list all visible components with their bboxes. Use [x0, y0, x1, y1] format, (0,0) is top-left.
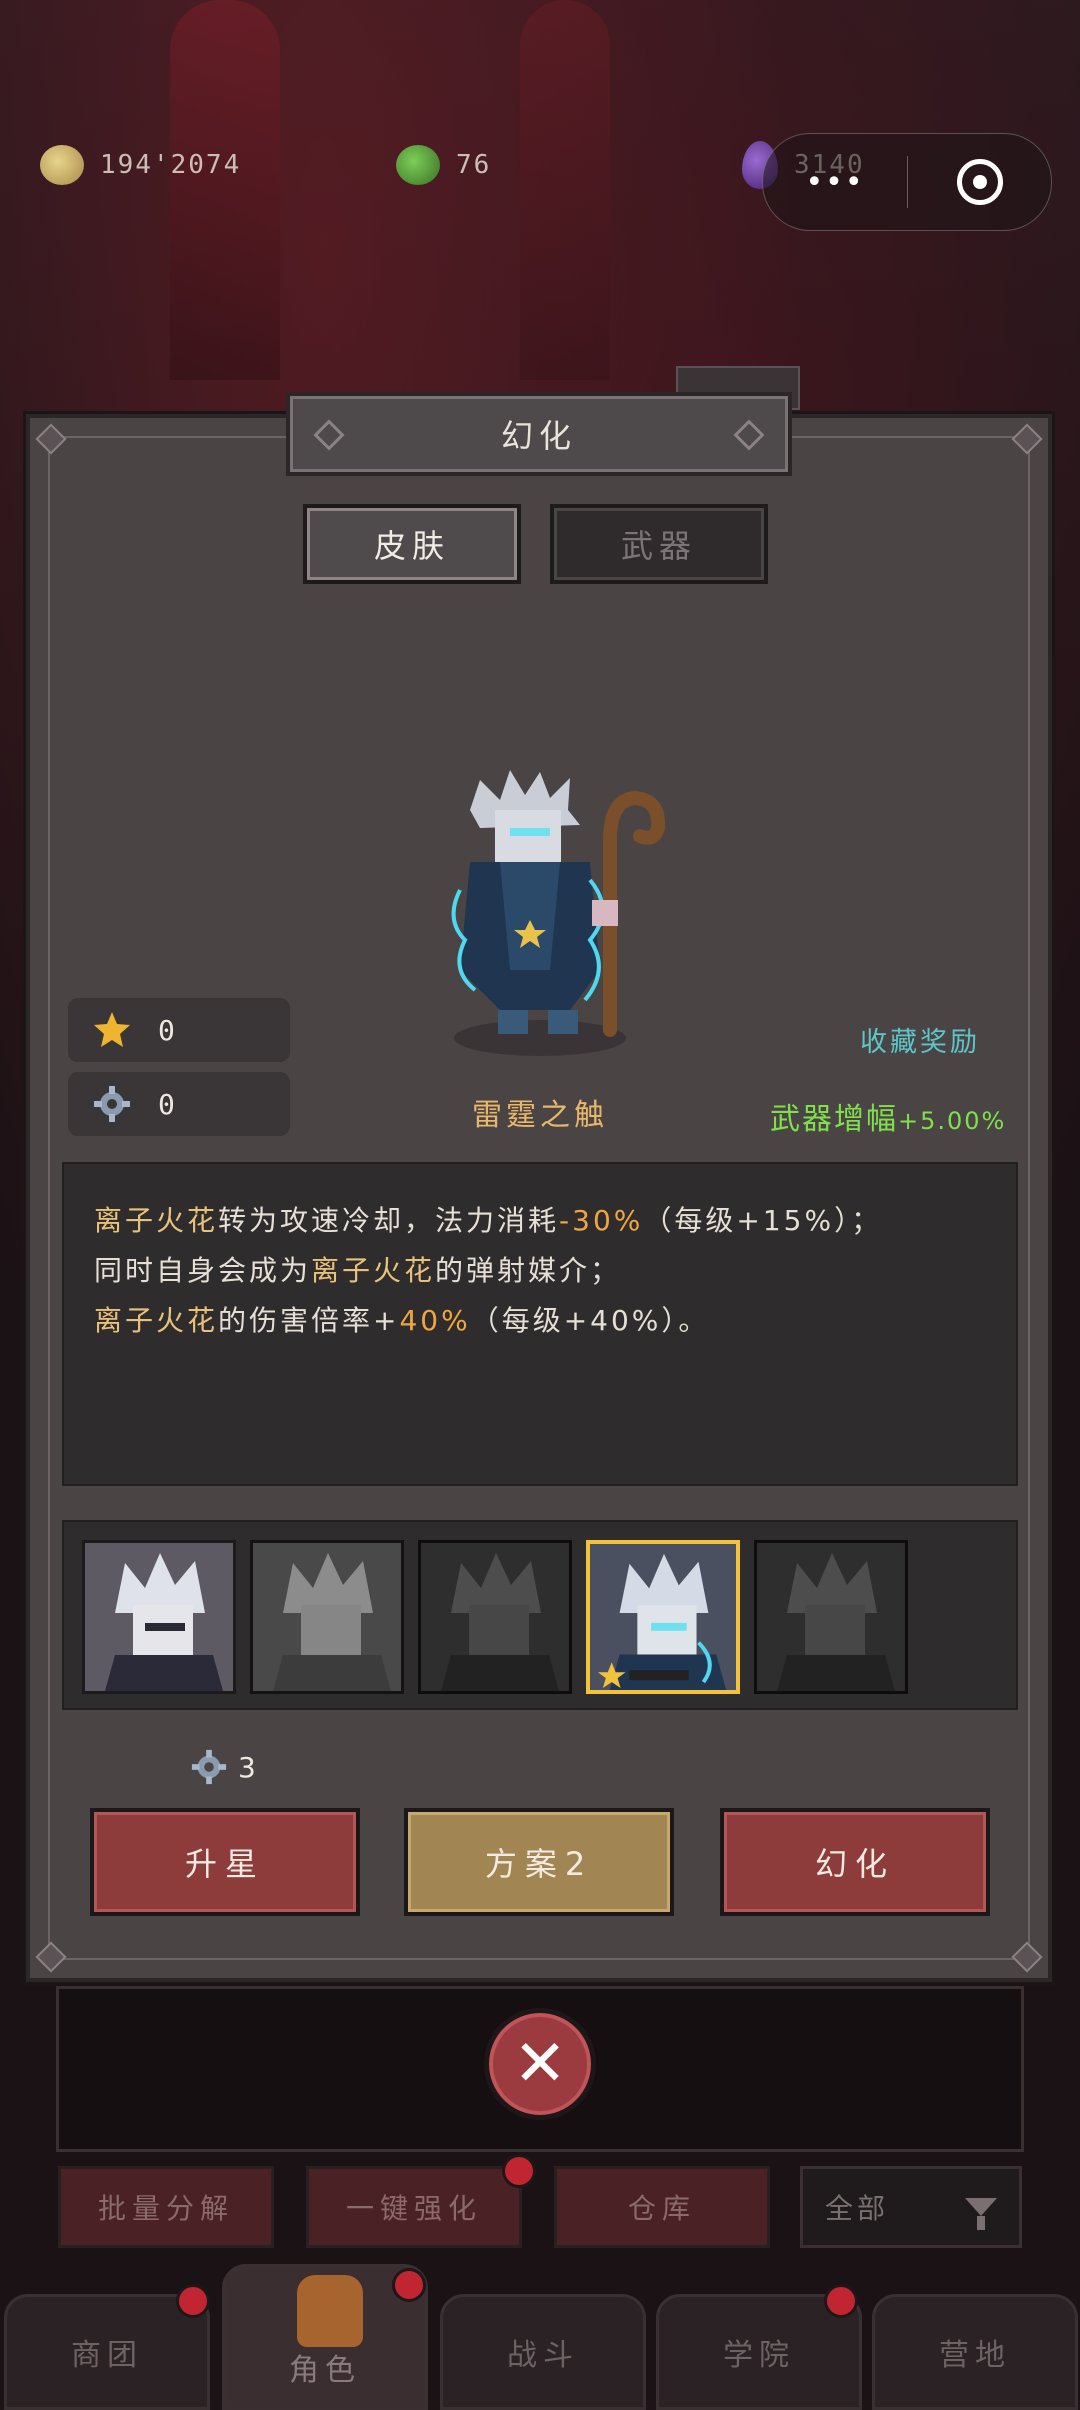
- skin-slot-2[interactable]: [250, 1540, 404, 1694]
- filter-label: 全部: [825, 2192, 890, 2225]
- collect-reward-link[interactable]: 收藏奖励: [860, 1020, 980, 1059]
- description-line: 离子火花的伤害倍率+40%（每级+40%）。: [94, 1302, 986, 1340]
- green-gem-icon: [396, 145, 440, 185]
- skin-portrait-icon: [590, 1544, 736, 1690]
- weapon-boost-label: 武器增幅: [770, 1102, 898, 1137]
- filter-dropdown[interactable]: 全部: [800, 2166, 1022, 2248]
- skin-portrait-icon: [421, 1543, 569, 1691]
- tab-skin[interactable]: 皮肤: [303, 504, 521, 584]
- counter-star-pieces: 0: [68, 998, 290, 1062]
- transform-button[interactable]: 幻化: [720, 1808, 990, 1916]
- skin-slot-5[interactable]: [754, 1540, 908, 1694]
- description-segment: 离子火花: [94, 1304, 219, 1337]
- upgrade-star-button[interactable]: 升星: [90, 1808, 360, 1916]
- diamond-ornament: [733, 419, 765, 451]
- notification-dot: [392, 2268, 426, 2302]
- diamond-ornament: [313, 419, 345, 451]
- gears-value: 0: [158, 1087, 175, 1121]
- description-segment: 的伤害倍率+: [218, 1304, 400, 1337]
- batch-decompose-button[interactable]: 批量分解: [58, 2166, 274, 2248]
- skin-name: 雷霆之触: [472, 1098, 608, 1133]
- backpack-icon: [297, 2275, 363, 2347]
- upgrade-cost: 3: [190, 1748, 256, 1786]
- upgrade-cost-value: 3: [238, 1750, 256, 1784]
- description-line: 离子火花转为攻速冷却，法力消耗-30%（每级+15%）；: [94, 1202, 986, 1240]
- skin-portrait-icon: [253, 1543, 401, 1691]
- description-segment: 同时自身会成为: [94, 1254, 312, 1287]
- hero-sprite: [451, 770, 666, 1056]
- nav-character-label: 角色: [289, 2353, 361, 2388]
- close-icon: ✕: [513, 2027, 567, 2101]
- skin-slot-1[interactable]: [82, 1540, 236, 1694]
- dialog-title-plate: 幻化: [286, 392, 792, 476]
- gold-star-piece-icon: [94, 1012, 130, 1047]
- plan-button[interactable]: 方案2: [404, 1808, 674, 1916]
- weapon-boost: 武器增幅+5.00%: [770, 1094, 1006, 1138]
- description-segment: （每级+15%）；: [643, 1204, 883, 1237]
- notification-dot: [824, 2284, 858, 2318]
- description-segment: 离子火花: [94, 1204, 219, 1237]
- blue-gear-icon: [94, 1086, 130, 1122]
- gem-amount: 76: [456, 150, 492, 180]
- skin-description: 离子火花转为攻速冷却，法力消耗-30%（每级+15%）； 同时自身会成为离子火花的…: [62, 1162, 1018, 1486]
- skin-selector: [62, 1520, 1018, 1710]
- notification-dot: [176, 2284, 210, 2318]
- close-mini-program-button[interactable]: [908, 159, 1051, 205]
- counter-gears: 0: [68, 1072, 290, 1136]
- gold-coin-icon: [40, 145, 84, 185]
- skin-portrait-icon: [85, 1543, 233, 1691]
- description-segment: -30%: [559, 1204, 644, 1237]
- description-segment: 40%: [399, 1304, 471, 1337]
- skin-portrait-icon: [757, 1543, 905, 1691]
- skin-slot-3[interactable]: [418, 1540, 572, 1694]
- mini-program-capsule: •••: [762, 133, 1052, 231]
- currency-gold: 194'2074: [40, 125, 241, 205]
- notification-dot: [502, 2154, 536, 2188]
- description-segment: 转为攻速冷却，法力消耗: [218, 1204, 560, 1237]
- skin-slot-selected[interactable]: [586, 1540, 740, 1694]
- description-segment: （每级+40%）。: [470, 1304, 710, 1337]
- tab-weapon[interactable]: 武器: [550, 504, 768, 584]
- more-button[interactable]: •••: [763, 165, 907, 200]
- description-line: 同时自身会成为离子火花的弹射媒介；: [94, 1252, 986, 1290]
- one-click-enhance-button[interactable]: 一键强化: [306, 2166, 522, 2248]
- dialog-title: 幻化: [500, 417, 577, 455]
- nav-camp[interactable]: 营地: [872, 2294, 1078, 2410]
- close-button[interactable]: ✕: [484, 2008, 596, 2120]
- target-icon: [956, 159, 1003, 205]
- funnel-icon: [965, 2198, 997, 2230]
- warehouse-button[interactable]: 仓库: [554, 2166, 770, 2248]
- blue-gear-icon: [191, 1749, 227, 1785]
- nav-battle[interactable]: 战斗: [440, 2294, 646, 2410]
- description-segment: 离子火花: [311, 1254, 436, 1287]
- currency-gem: 76: [396, 125, 491, 205]
- star-pieces-value: 0: [158, 1013, 175, 1047]
- gold-amount: 194'2074: [100, 150, 242, 180]
- description-segment: 的弹射媒介；: [435, 1254, 622, 1287]
- bottom-nav: 商团 角色 战斗 学院 营地: [0, 2264, 1080, 2410]
- weapon-boost-value: +5.00%: [898, 1107, 1007, 1135]
